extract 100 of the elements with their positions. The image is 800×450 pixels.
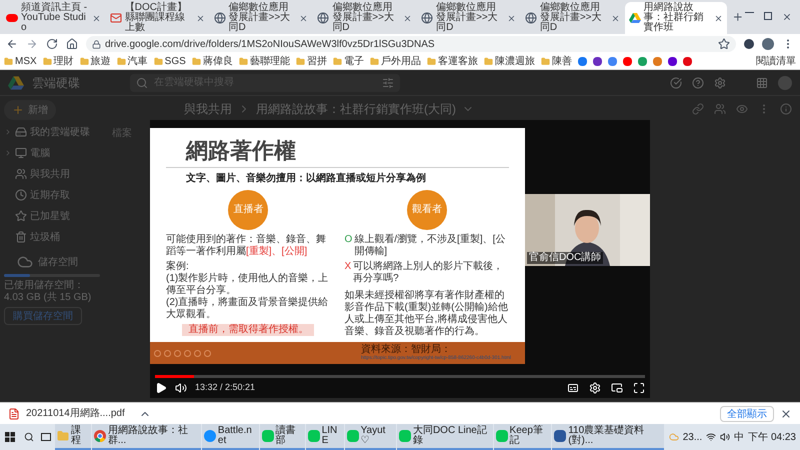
- weather-icon: [668, 432, 679, 442]
- subtitles-icon[interactable]: [567, 382, 579, 394]
- bookmark[interactable]: 汽車: [116, 56, 148, 66]
- reload-icon[interactable]: [46, 38, 58, 50]
- slide-text: 線上觀看/瀏覽，不涉及[重製]、[公開傳輸]: [354, 234, 506, 258]
- bookmark[interactable]: 藝聯理能: [238, 56, 290, 66]
- star-icon: [15, 210, 27, 222]
- clock-icon: [15, 189, 27, 201]
- taskbar-app[interactable]: 讀書部: [260, 424, 305, 450]
- status-icon[interactable]: [670, 76, 682, 88]
- download-item[interactable]: 20211014用網路....pdf: [26, 406, 125, 421]
- taskbar-app[interactable]: Battle.net: [202, 424, 259, 450]
- volume-icon[interactable]: [175, 382, 187, 394]
- chat-app-icon: [308, 430, 320, 442]
- bookmark[interactable]: SGS: [154, 56, 186, 66]
- mark-symbol: O: [344, 234, 352, 246]
- drive-icon: [15, 126, 27, 138]
- time-display: 13:32 / 2:50:21: [195, 381, 256, 394]
- browser-tab[interactable]: 用網路說故事：社群行銷實作班: [624, 2, 728, 34]
- app-icon: [204, 430, 216, 442]
- taskbar-app[interactable]: 大同DOC Line記錄: [396, 424, 493, 450]
- chat-app-icon: [398, 430, 411, 442]
- bookmark[interactable]: 客運客旅: [426, 56, 478, 66]
- show-all-button[interactable]: 全部顯示: [720, 406, 774, 422]
- taskbar-app[interactable]: Keep筆記: [494, 424, 552, 450]
- name-label: 官俞信DOC講師: [527, 252, 604, 264]
- bookmark[interactable]: 陳善: [540, 56, 572, 66]
- new-tab-icon[interactable]: [732, 11, 744, 23]
- close-icon[interactable]: [92, 14, 101, 22]
- bookmark[interactable]: 旅遊: [80, 56, 111, 66]
- address-bar[interactable]: drive.google.com/drive/folders/1MS2oNIouSAWeW3lf0vz5Dr1lSGu3DNAS: [86, 36, 736, 52]
- folder-icon: [42, 57, 52, 66]
- close-icon[interactable]: [610, 14, 620, 22]
- bookmark[interactable]: MSX: [4, 56, 37, 66]
- bookmark[interactable]: 電子: [332, 56, 364, 66]
- ime-indicator[interactable]: 中: [734, 430, 744, 444]
- plus-icon: [12, 104, 24, 116]
- extension-icon[interactable]: [744, 39, 754, 49]
- progress-track[interactable]: [155, 375, 645, 378]
- miniplayer-icon[interactable]: [611, 382, 623, 394]
- bookmark[interactable]: 戶外用品: [370, 56, 421, 66]
- taskbar-app[interactable]: 用網路說故事：社群...: [92, 424, 201, 450]
- search-icon: [136, 76, 148, 88]
- pdf-icon: [8, 408, 20, 420]
- trash-icon: [15, 231, 27, 243]
- taskbar-app[interactable]: LINE: [306, 424, 344, 450]
- close-icon[interactable]: [506, 14, 516, 22]
- close-icon[interactable]: [780, 408, 792, 420]
- slide-text: 如果未經授權卻將享有著作財產權的影音作品下載(重製)並轉(公開輸)給他人或上傳至其他平台,將構成侵害他人音樂、錄音及視聽著作的行為。: [344, 290, 509, 338]
- reading-list[interactable]: 閱讀清單: [756, 56, 796, 66]
- notice-label: 直播前，需取得著作授權。: [182, 324, 314, 336]
- app-name: 雲端硬碟: [32, 74, 81, 92]
- globe-icon: [524, 12, 537, 24]
- chat-app-icon: [262, 430, 274, 442]
- folder-icon: [296, 57, 305, 66]
- close-icon[interactable]: [403, 14, 412, 22]
- taskbar-app[interactable]: 110農業基礎資料(對)...: [552, 424, 664, 450]
- maximize-icon[interactable]: [764, 12, 772, 20]
- computer-icon: [15, 147, 27, 159]
- play-icon[interactable]: [155, 382, 167, 394]
- folder-icon: [80, 57, 89, 66]
- avatar-icon[interactable]: [762, 38, 774, 50]
- windows-logo-icon[interactable]: [5, 432, 15, 442]
- lock-icon: [92, 40, 101, 48]
- bookmark[interactable]: 習拼: [296, 56, 327, 66]
- home-icon[interactable]: [66, 38, 78, 50]
- bookmark[interactable]: 理財: [42, 56, 74, 66]
- slide-title: 網路著作權: [186, 140, 297, 162]
- chat-app-icon: [496, 430, 508, 442]
- taskbar-app[interactable]: 課程: [55, 424, 91, 450]
- close-icon[interactable]: [714, 14, 724, 22]
- task-view-icon[interactable]: [41, 433, 51, 441]
- triangle-logo-icon: [628, 12, 641, 24]
- drive-logo-icon: [8, 74, 24, 90]
- volume-icon[interactable]: [720, 432, 730, 442]
- slide-text: 可以將網路上別人的影片下載後，再分享嗎?: [353, 260, 504, 284]
- mark-symbol: X: [344, 260, 352, 274]
- cloud-icon: [17, 254, 33, 270]
- forward-icon[interactable]: [26, 38, 38, 50]
- help-icon[interactable]: [692, 76, 704, 88]
- close-icon[interactable]: [782, 12, 792, 22]
- people-icon: [15, 168, 27, 180]
- taskbar-app[interactable]: Yayut ♡: [344, 424, 396, 450]
- apps-icon[interactable]: [756, 76, 768, 88]
- bookmark[interactable]: 蔣偉良: [192, 56, 233, 66]
- weather-text: 23...: [682, 430, 702, 444]
- chat-app-icon: [346, 430, 359, 442]
- star-icon[interactable]: [718, 38, 730, 50]
- network-icon[interactable]: [706, 432, 716, 442]
- close-icon[interactable]: [299, 14, 308, 22]
- search-icon[interactable]: [24, 432, 34, 442]
- folder-icon: [116, 57, 126, 66]
- back-icon[interactable]: [6, 38, 18, 50]
- fullscreen-icon[interactable]: [633, 382, 645, 394]
- slide-text: (2)直播時，將畫面及背景音樂提供給大眾觀看。: [166, 296, 330, 320]
- bookmark[interactable]: 陳濃週旅: [484, 56, 535, 66]
- clock[interactable]: 下午 04:23: [748, 430, 796, 444]
- folder-icon: [192, 57, 201, 66]
- close-icon[interactable]: [196, 14, 205, 22]
- folder-icon: [332, 57, 342, 66]
